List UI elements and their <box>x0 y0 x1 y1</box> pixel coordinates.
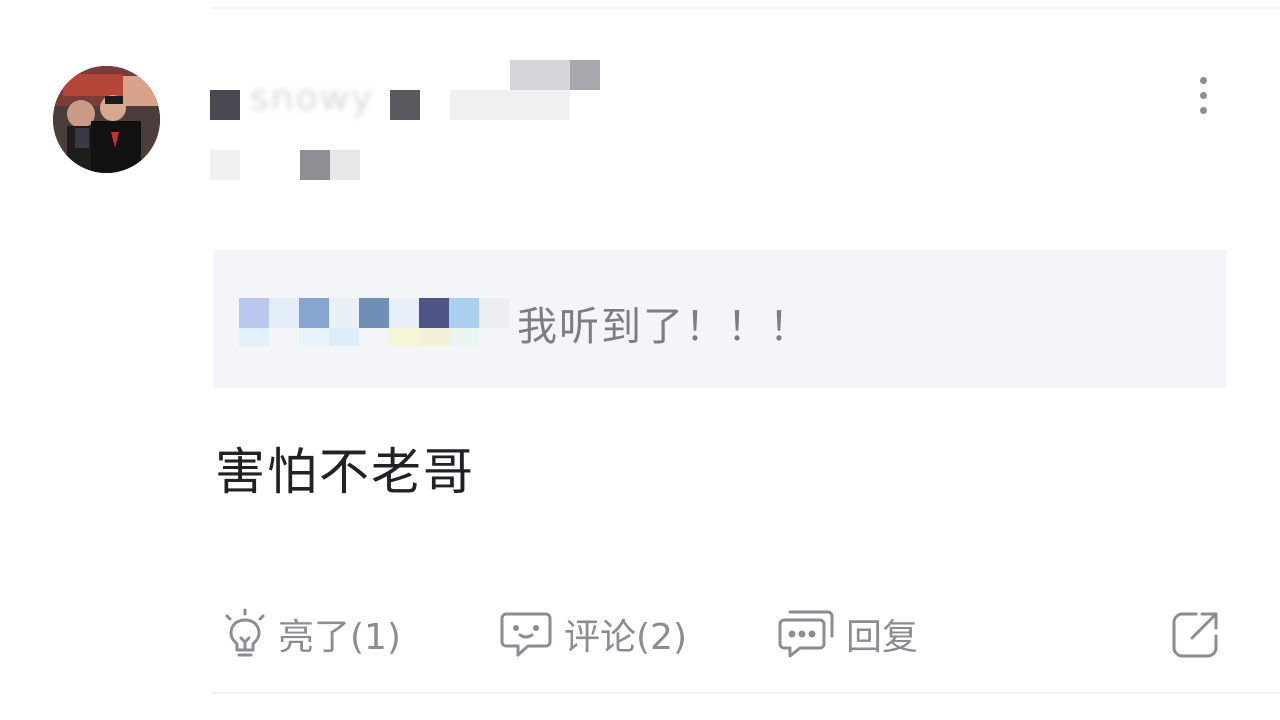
quote-mosaic <box>389 298 419 328</box>
more-dot <box>1200 92 1207 99</box>
quote-mosaic <box>449 298 479 328</box>
more-options-button[interactable] <box>1186 72 1222 118</box>
quote-mosaic <box>389 328 419 346</box>
username-mosaic <box>570 60 600 90</box>
like-button[interactable]: 亮了(1) <box>222 604 401 664</box>
lightbulb-icon <box>222 608 268 660</box>
username-mosaic <box>450 90 570 120</box>
quoted-comment-text: 我听到了！！！ <box>517 304 811 350</box>
quote-mosaic <box>359 298 389 328</box>
comment-text: 害怕不老哥 <box>215 443 475 501</box>
meta-mosaic <box>330 150 360 180</box>
meta-mosaic <box>300 150 330 180</box>
username-mosaic <box>210 90 240 120</box>
quote-mosaic <box>239 328 269 346</box>
quote-mosaic <box>299 298 329 328</box>
comment-button[interactable]: 评论(2) <box>498 604 687 664</box>
quoted-username <box>239 298 511 350</box>
username-mosaic <box>390 90 420 120</box>
share-button[interactable] <box>1170 604 1222 664</box>
more-dot <box>1200 107 1207 114</box>
quote-mosaic <box>269 298 299 328</box>
reply-label: 回复 <box>846 617 919 658</box>
more-vertical-icon <box>1200 77 1207 84</box>
top-divider <box>212 7 1280 9</box>
post-meta <box>210 148 370 184</box>
quote-mosaic <box>239 298 269 328</box>
chat-bubble-icon <box>498 608 554 660</box>
quote-mosaic <box>419 298 449 328</box>
username-mosaic <box>510 60 570 90</box>
quote-mosaic <box>299 328 329 346</box>
meta-mosaic <box>210 150 240 180</box>
quoted-comment[interactable]: 我听到了！！！ <box>213 250 1226 388</box>
quote-mosaic <box>449 328 479 346</box>
double-chat-icon <box>776 608 836 660</box>
username[interactable]: snowy <box>210 60 610 124</box>
quote-mosaic <box>479 298 509 328</box>
comment-card: snowy 我听到了！！！ 害怕不老哥 亮了(1) 评论(2) 回复 <box>0 0 1280 720</box>
quote-mosaic <box>329 328 359 346</box>
bottom-divider <box>212 692 1280 694</box>
quote-mosaic <box>419 328 449 346</box>
quote-mosaic <box>329 298 359 328</box>
comment-count-label: 评论(2) <box>564 617 687 658</box>
reply-button[interactable]: 回复 <box>776 604 918 664</box>
avatar[interactable] <box>53 66 160 173</box>
like-count-label: 亮了(1) <box>278 617 401 658</box>
share-icon <box>1170 608 1222 660</box>
